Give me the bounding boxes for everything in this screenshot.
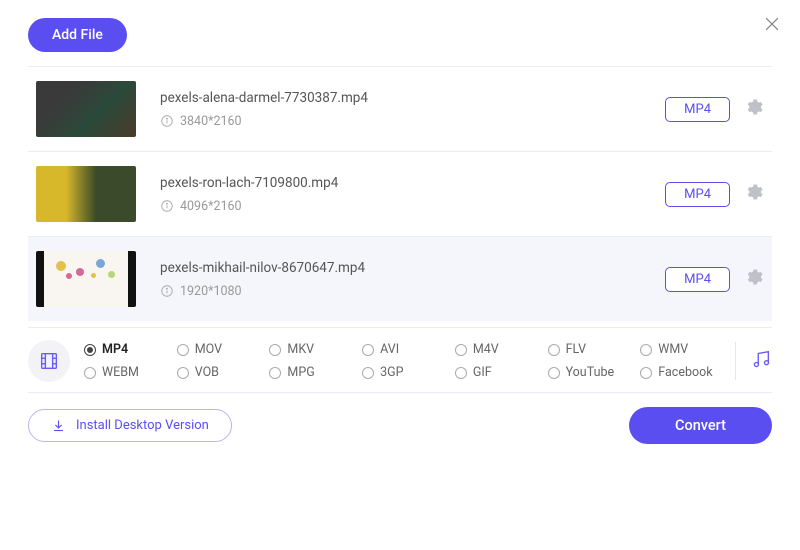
format-radio-label: GIF bbox=[473, 365, 492, 380]
format-radio-label: VOB bbox=[195, 365, 219, 380]
add-file-button[interactable]: Add File bbox=[28, 18, 127, 52]
file-name: pexels-mikhail-nilov-8670647.mp4 bbox=[160, 260, 665, 276]
format-radio-flv[interactable]: FLV bbox=[548, 342, 637, 357]
radio-dot-icon bbox=[455, 344, 467, 356]
file-meta: 4096*2160 bbox=[160, 199, 665, 214]
format-radio-label: YouTube bbox=[566, 365, 615, 380]
file-name: pexels-alena-darmel-7730387.mp4 bbox=[160, 90, 665, 106]
file-resolution: 4096*2160 bbox=[180, 199, 242, 214]
format-radio-label: M4V bbox=[473, 342, 499, 357]
format-radio-label: MOV bbox=[195, 342, 222, 357]
format-radio-gif[interactable]: GIF bbox=[455, 365, 544, 380]
format-radio-youtube[interactable]: YouTube bbox=[548, 365, 637, 380]
info-icon bbox=[160, 199, 174, 213]
file-row[interactable]: pexels-ron-lach-7109800.mp4 4096*2160 MP4 bbox=[28, 151, 772, 236]
radio-dot-icon bbox=[177, 344, 189, 356]
file-info: pexels-mikhail-nilov-8670647.mp4 1920*108… bbox=[160, 260, 665, 299]
audio-formats-icon[interactable] bbox=[750, 348, 772, 374]
format-radio-webm[interactable]: WEBM bbox=[84, 365, 173, 380]
radio-dot-icon bbox=[84, 367, 96, 379]
info-icon bbox=[160, 114, 174, 128]
radio-dot-icon bbox=[548, 367, 560, 379]
file-thumbnail[interactable] bbox=[36, 251, 136, 307]
format-radio-label: Facebook bbox=[658, 365, 712, 380]
radio-dot-icon bbox=[362, 344, 374, 356]
download-icon bbox=[51, 418, 66, 433]
radio-dot-icon bbox=[84, 344, 96, 356]
install-desktop-button[interactable]: Install Desktop Version bbox=[28, 409, 232, 442]
video-formats-icon[interactable] bbox=[28, 340, 70, 382]
file-thumbnail[interactable] bbox=[36, 166, 136, 222]
radio-dot-icon bbox=[177, 367, 189, 379]
format-radio-label: MKV bbox=[287, 342, 314, 357]
radio-dot-icon bbox=[548, 344, 560, 356]
format-radio-m4v[interactable]: M4V bbox=[455, 342, 544, 357]
format-radio-group: MP4 MOV MKV AVI M4V FLV WMV WEBM VOB MPG 3GP GIF You… bbox=[84, 342, 729, 380]
format-radio-label: WMV bbox=[658, 342, 688, 357]
format-radio-label: MPG bbox=[287, 365, 314, 380]
format-select-button[interactable]: MP4 bbox=[665, 182, 730, 207]
file-meta: 1920*1080 bbox=[160, 284, 665, 299]
format-radio-vob[interactable]: VOB bbox=[177, 365, 266, 380]
format-radio-label: 3GP bbox=[380, 365, 403, 380]
file-name: pexels-ron-lach-7109800.mp4 bbox=[160, 175, 665, 191]
gear-icon[interactable] bbox=[744, 182, 764, 206]
format-radio-label: FLV bbox=[566, 342, 587, 357]
file-row[interactable]: pexels-mikhail-nilov-8670647.mp4 1920*108… bbox=[28, 236, 772, 321]
file-info: pexels-ron-lach-7109800.mp4 4096*2160 bbox=[160, 175, 665, 214]
format-select-button[interactable]: MP4 bbox=[665, 97, 730, 122]
convert-button[interactable]: Convert bbox=[629, 407, 772, 444]
footer: Install Desktop Version Convert bbox=[28, 393, 772, 444]
install-desktop-label: Install Desktop Version bbox=[76, 418, 209, 433]
radio-dot-icon bbox=[362, 367, 374, 379]
file-resolution: 3840*2160 bbox=[180, 114, 242, 129]
file-meta: 3840*2160 bbox=[160, 114, 665, 129]
radio-dot-icon bbox=[640, 367, 652, 379]
gear-icon[interactable] bbox=[744, 267, 764, 291]
format-radio-wmv[interactable]: WMV bbox=[640, 342, 729, 357]
gear-icon[interactable] bbox=[744, 97, 764, 121]
file-resolution: 1920*1080 bbox=[180, 284, 242, 299]
format-radio-mkv[interactable]: MKV bbox=[269, 342, 358, 357]
radio-dot-icon bbox=[269, 344, 281, 356]
radio-dot-icon bbox=[269, 367, 281, 379]
format-select-button[interactable]: MP4 bbox=[665, 267, 730, 292]
close-icon[interactable] bbox=[762, 14, 782, 38]
format-radio-mov[interactable]: MOV bbox=[177, 342, 266, 357]
file-list: pexels-alena-darmel-7730387.mp4 3840*2160… bbox=[28, 66, 772, 321]
format-radio-label: MP4 bbox=[102, 342, 128, 357]
format-radio-mp4[interactable]: MP4 bbox=[84, 342, 173, 357]
format-radio-facebook[interactable]: Facebook bbox=[640, 365, 729, 380]
radio-dot-icon bbox=[640, 344, 652, 356]
info-icon bbox=[160, 284, 174, 298]
file-row[interactable]: pexels-alena-darmel-7730387.mp4 3840*2160… bbox=[28, 66, 772, 151]
separator bbox=[735, 342, 736, 380]
format-radio-avi[interactable]: AVI bbox=[362, 342, 451, 357]
format-radio-label: AVI bbox=[380, 342, 399, 357]
format-bar: MP4 MOV MKV AVI M4V FLV WMV WEBM VOB MPG 3GP GIF You… bbox=[28, 328, 772, 393]
radio-dot-icon bbox=[455, 367, 467, 379]
file-thumbnail[interactable] bbox=[36, 81, 136, 137]
format-radio-mpg[interactable]: MPG bbox=[269, 365, 358, 380]
file-info: pexels-alena-darmel-7730387.mp4 3840*2160 bbox=[160, 90, 665, 129]
format-radio-3gp[interactable]: 3GP bbox=[362, 365, 451, 380]
format-radio-label: WEBM bbox=[102, 365, 139, 380]
